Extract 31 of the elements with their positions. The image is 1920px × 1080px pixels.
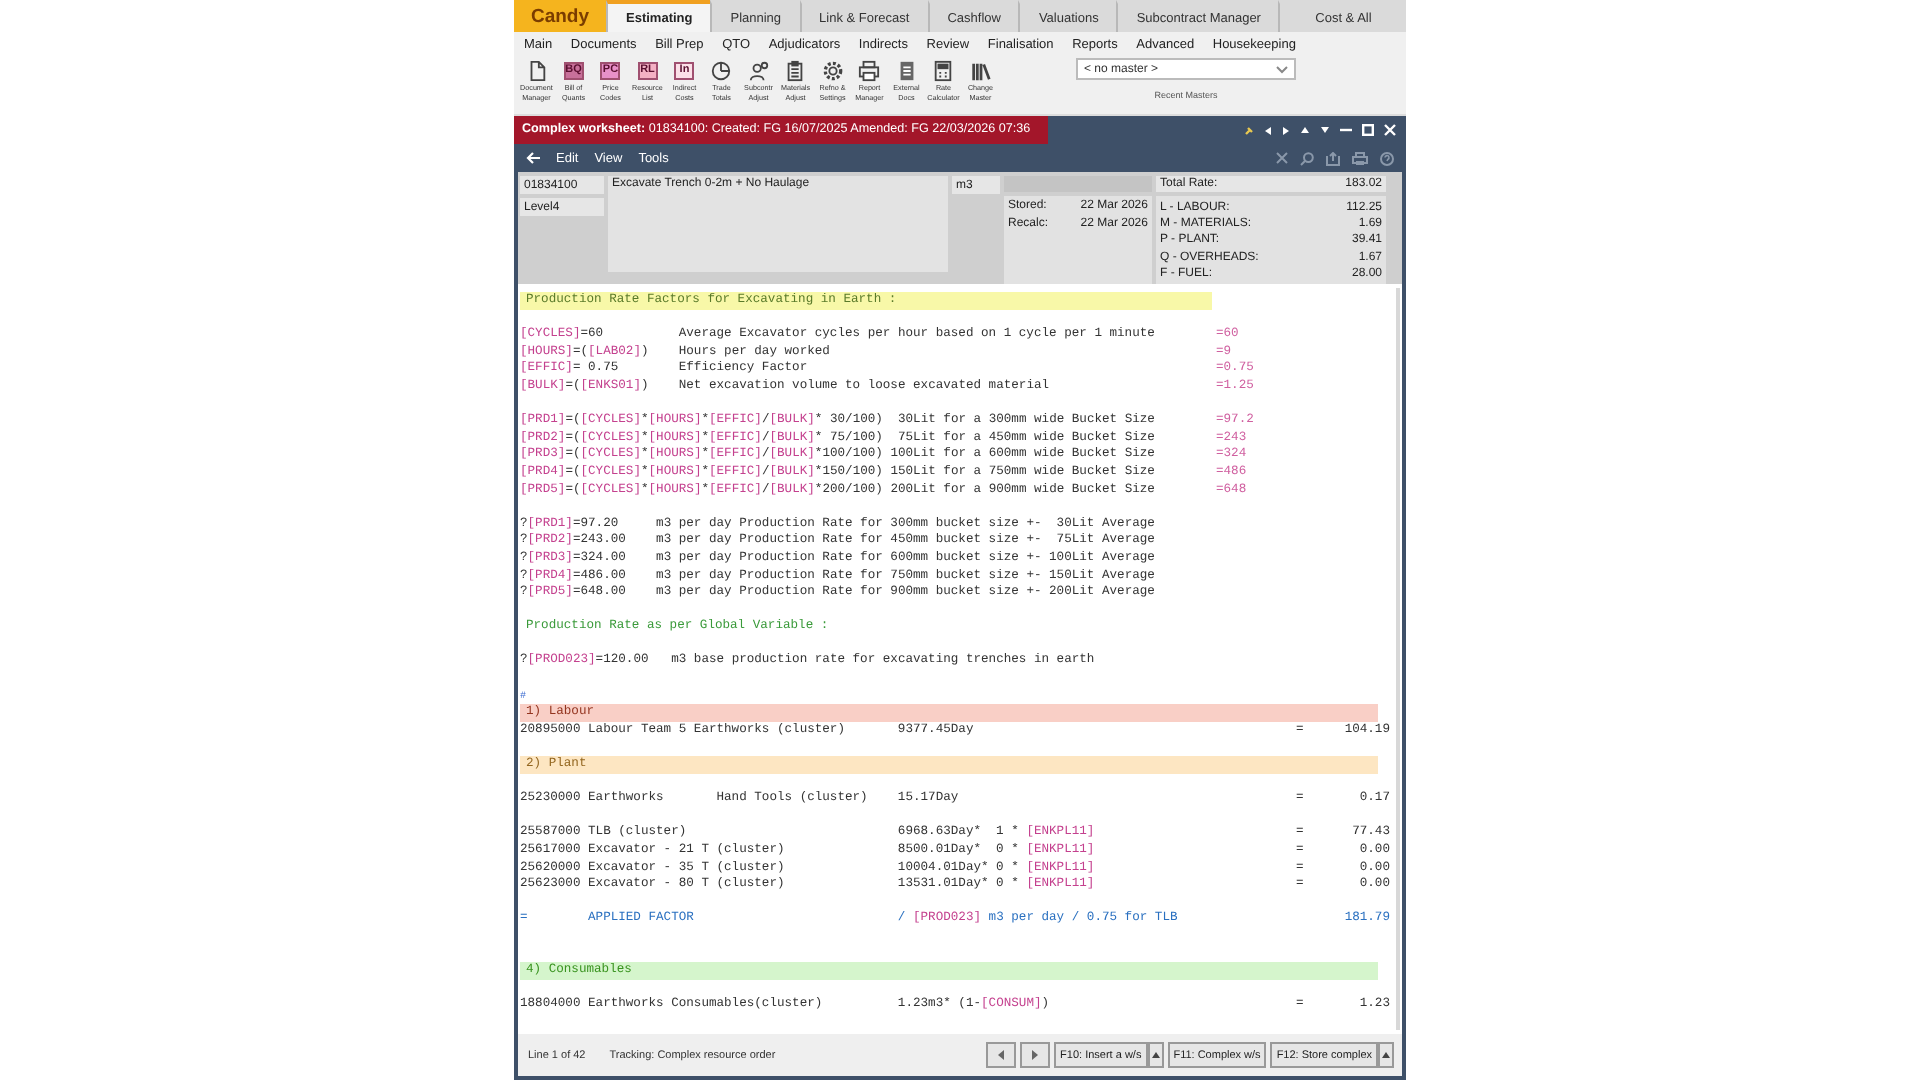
up-triangle-icon [1151,1052,1160,1058]
people-icon [747,59,770,81]
pie-chart-icon [710,59,733,81]
pin-icon[interactable] [1244,125,1254,135]
dropdown-button[interactable] [1378,1042,1394,1068]
app-logo: Candy [514,0,606,32]
next-button[interactable] [1020,1042,1051,1068]
up-icon[interactable] [1300,126,1310,134]
document-icon [525,59,548,81]
settings-icon [821,59,844,81]
printer-icon [858,59,881,81]
right-triangle-icon [1032,1050,1039,1060]
minimize-icon[interactable] [1340,128,1352,132]
books-icon [969,59,992,81]
caret-icon [1276,65,1288,73]
previous-icon[interactable] [1264,125,1272,135]
previous-button[interactable] [986,1042,1017,1068]
search-icon[interactable] [1300,151,1314,165]
file-icon [895,59,918,81]
back-arrow-icon[interactable] [526,152,540,164]
scrollbar[interactable] [1396,288,1400,1030]
up-triangle-icon [1382,1052,1390,1058]
clipboard-icon [784,59,807,81]
help-icon[interactable] [1380,151,1394,165]
export-icon[interactable] [1326,151,1340,165]
down-icon[interactable] [1320,126,1330,134]
left-triangle-icon [998,1050,1005,1060]
printer-icon[interactable] [1352,151,1368,165]
maximize-icon[interactable] [1362,124,1374,136]
next-icon[interactable] [1282,125,1290,135]
calculator-icon [932,59,955,81]
